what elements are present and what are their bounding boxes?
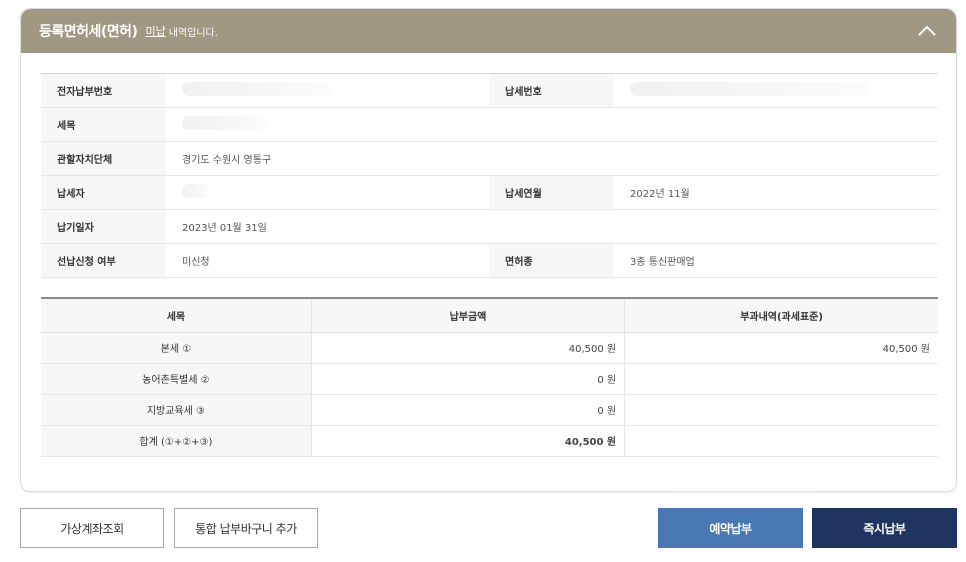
info-label: 전자납부번호 xyxy=(41,73,166,108)
add-to-cart-button[interactable]: 통합 납부바구니 추가 xyxy=(174,508,318,548)
info-label: 면허종 xyxy=(489,243,614,278)
electronic-payment-number xyxy=(166,73,489,108)
payment-amount: 0 원 xyxy=(311,363,626,395)
tax-detail-panel: 등록면허세(면허) 미납 내역입니다. 전자납부번호 납세번호 세목 관할자치단… xyxy=(20,8,957,492)
payment-status: 미납 xyxy=(145,25,166,38)
info-label: 세목 xyxy=(41,107,166,142)
total-row: 합계 (①+②+③) 40,500 원 xyxy=(41,425,938,457)
tax-item xyxy=(166,107,938,142)
reserve-pay-button[interactable]: 예약납부 xyxy=(658,508,803,548)
column-header: 납부금액 xyxy=(311,298,626,333)
info-row: 전자납부번호 납세번호 xyxy=(41,73,938,108)
column-header: 부과내역(과세표준) xyxy=(624,298,938,333)
tax-info-table: 전자납부번호 납세번호 세목 관할자치단체 경기도 수원시 영통구 납세자 납세… xyxy=(41,73,938,278)
payment-amount: 0 원 xyxy=(311,394,626,426)
taxpayer-value xyxy=(166,175,489,210)
info-label: 납기일자 xyxy=(41,209,166,244)
tax-year-month-value: 2022년 11월 xyxy=(614,175,938,210)
tax-base xyxy=(624,363,938,395)
amount-table: 세목 납부금액 부과내역(과세표준) 본세 ① 40,500 원 40,500 … xyxy=(41,297,938,457)
license-type-value: 3종 통신판매업 xyxy=(614,243,938,278)
tax-base: 40,500 원 xyxy=(624,332,938,364)
total-amount: 40,500 원 xyxy=(311,425,626,457)
collapse-button[interactable] xyxy=(916,21,938,41)
info-label: 납세번호 xyxy=(489,73,614,108)
amount-header-row: 세목 납부금액 부과내역(과세표준) xyxy=(41,298,938,333)
tax-base xyxy=(624,425,938,457)
info-label: 관할자치단체 xyxy=(41,141,166,176)
virtual-account-button[interactable]: 가상계좌조회 xyxy=(20,508,164,548)
info-row: 납기일자 2023년 01월 31일 xyxy=(41,209,938,244)
tax-name: 본세 ① xyxy=(41,332,312,364)
info-row: 선납신청 여부 미신청 면허종 3종 통신판매업 xyxy=(41,243,938,278)
panel-description: 내역입니다. xyxy=(168,27,218,39)
payment-amount: 40,500 원 xyxy=(311,332,626,364)
table-row: 지방교육세 ③ 0 원 xyxy=(41,394,938,426)
info-row: 납세자 납세연월 2022년 11월 xyxy=(41,175,938,210)
table-row: 농어촌특별세 ② 0 원 xyxy=(41,363,938,395)
jurisdiction-value: 경기도 수원시 영통구 xyxy=(166,141,938,176)
info-row: 세목 xyxy=(41,107,938,142)
instant-pay-button[interactable]: 즉시납부 xyxy=(812,508,957,548)
info-label: 선납신청 여부 xyxy=(41,243,166,278)
info-label: 납세연월 xyxy=(489,175,614,210)
info-label: 납세자 xyxy=(41,175,166,210)
due-date-value: 2023년 01월 31일 xyxy=(166,209,938,244)
tax-base xyxy=(624,394,938,426)
panel-title: 등록면허세(면허) xyxy=(39,24,138,40)
prepayment-value: 미신청 xyxy=(166,243,489,278)
info-row: 관할자치단체 경기도 수원시 영통구 xyxy=(41,141,938,176)
table-row: 본세 ① 40,500 원 40,500 원 xyxy=(41,332,938,364)
tax-number xyxy=(614,73,938,108)
panel-header: 등록면허세(면허) 미납 내역입니다. xyxy=(21,9,956,53)
tax-name: 합계 (①+②+③) xyxy=(41,425,312,457)
tax-name: 농어촌특별세 ② xyxy=(41,363,312,395)
chevron-up-icon xyxy=(918,25,936,36)
tax-name: 지방교육세 ③ xyxy=(41,394,312,426)
column-header: 세목 xyxy=(41,298,312,333)
